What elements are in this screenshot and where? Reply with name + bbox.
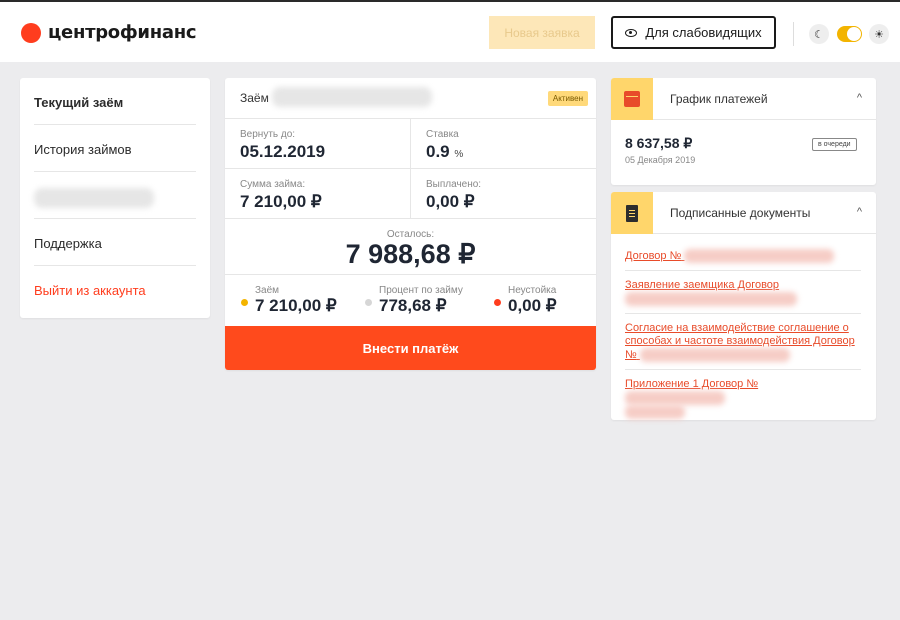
due-date-value: 05.12.2019 [240, 142, 326, 161]
logo[interactable]: центрофинанс [21, 22, 197, 43]
breakdown-interest: Процент по займу 778,68 ₽ [349, 275, 472, 325]
schedule-header[interactable]: График платежей ^ [611, 78, 876, 120]
amount-value: 7 210,00 ₽ [240, 192, 322, 211]
breakdown-label: Заём [255, 285, 280, 296]
sidebar-item-hidden[interactable] [34, 172, 196, 219]
documents-card: Подписанные документы ^ Договор № Заявле… [611, 192, 876, 420]
redacted-number [625, 405, 685, 419]
header-divider [793, 22, 794, 46]
document-link[interactable]: Заявление заемщика Договор [625, 279, 861, 306]
low-vision-label: Для слабовидящих [645, 25, 762, 40]
chevron-up-icon[interactable]: ^ [857, 206, 862, 218]
make-payment-button[interactable]: Внести платёж [225, 326, 596, 370]
status-badge: Активен [547, 91, 588, 106]
schedule-icon-wrap [611, 78, 653, 120]
interest-dot-icon [365, 299, 372, 306]
rate-cell: Ставка 0.9 % [410, 119, 596, 169]
penalty-dot-icon [494, 299, 501, 306]
redacted-loan-number [272, 87, 432, 107]
loan-header: Заём Активен [225, 78, 596, 119]
breakdown-value: 7 210,00 ₽ [255, 296, 337, 315]
loan-title: Заём [240, 91, 269, 105]
paid-value: 0,00 ₽ [426, 192, 475, 211]
breakdown-value: 0,00 ₽ [508, 296, 557, 315]
low-vision-button[interactable]: Для слабовидящих [611, 16, 776, 49]
breakdown-label: Неустойка [508, 285, 557, 296]
breakdown-penalty: Неустойка 0,00 ₽ [478, 275, 596, 325]
schedule-amount: 8 637,58 ₽ [625, 135, 693, 151]
sidebar-item-logout[interactable]: Выйти из аккаунта [34, 266, 196, 313]
divider [625, 270, 861, 271]
moon-icon[interactable]: ☾ [809, 24, 829, 44]
divider [625, 313, 861, 314]
due-date-cell: Вернуть до: 05.12.2019 [225, 119, 410, 169]
divider [625, 369, 861, 370]
sidebar-item-current-loan[interactable]: Текущий заём [34, 78, 196, 125]
paid-cell: Выплачено: 0,00 ₽ [410, 169, 596, 219]
redacted-number [625, 292, 797, 306]
documents-header[interactable]: Подписанные документы ^ [611, 192, 876, 234]
redacted-label [34, 187, 154, 208]
amount-label: Сумма займа: [240, 179, 306, 190]
remaining-value: 7 988,68 ₽ [345, 239, 476, 269]
rate-value: 0.9 % [426, 142, 464, 161]
redacted-number [684, 249, 835, 263]
calendar-icon [624, 91, 640, 107]
sidebar-item-support[interactable]: Поддержка [34, 219, 196, 266]
logo-dot-icon [21, 22, 41, 43]
schedule-card: График платежей ^ 8 637,58 ₽ 05 Декабря … [611, 78, 876, 185]
loan-card: Заём Активен Вернуть до: 05.12.2019 Став… [225, 78, 596, 370]
remaining-block: Осталось: 7 988,68 ₽ [225, 219, 596, 275]
documents-icon-wrap [611, 192, 653, 234]
document-link[interactable]: Договор № [625, 249, 861, 263]
redacted-number [625, 391, 725, 405]
header: центрофинанс Новая заявка Для слабовидящ… [0, 0, 900, 62]
new-request-button[interactable]: Новая заявка [489, 16, 595, 49]
eye-icon [625, 28, 638, 37]
schedule-status-badge: в очереди [812, 138, 857, 151]
breakdown-value: 778,68 ₽ [379, 296, 447, 315]
amount-cell: Сумма займа: 7 210,00 ₽ [225, 169, 410, 219]
document-icon [626, 204, 638, 222]
theme-toggle[interactable] [837, 26, 862, 42]
rate-label: Ставка [426, 129, 459, 140]
documents-title: Подписанные документы [670, 206, 811, 220]
document-link[interactable]: Приложение 1 Договор № [625, 378, 861, 419]
chevron-up-icon[interactable]: ^ [857, 92, 862, 104]
logo-text: центрофинанс [48, 22, 197, 43]
sun-icon[interactable]: ☀ [869, 24, 889, 44]
sidebar-item-loan-history[interactable]: История займов [34, 125, 196, 172]
due-date-label: Вернуть до: [240, 129, 296, 140]
sidebar: Текущий заём История займов Поддержка Вы… [20, 78, 210, 318]
document-link[interactable]: Согласие на взаимодействие соглашение о … [625, 322, 861, 362]
breakdown-label: Процент по займу [379, 285, 463, 296]
paid-label: Выплачено: [426, 179, 482, 190]
loan-dot-icon [241, 299, 248, 306]
schedule-date: 05 Декабря 2019 [625, 155, 696, 165]
breakdown-loan: Заём 7 210,00 ₽ [225, 275, 348, 325]
redacted-number [639, 348, 790, 362]
schedule-title: График платежей [670, 92, 768, 106]
